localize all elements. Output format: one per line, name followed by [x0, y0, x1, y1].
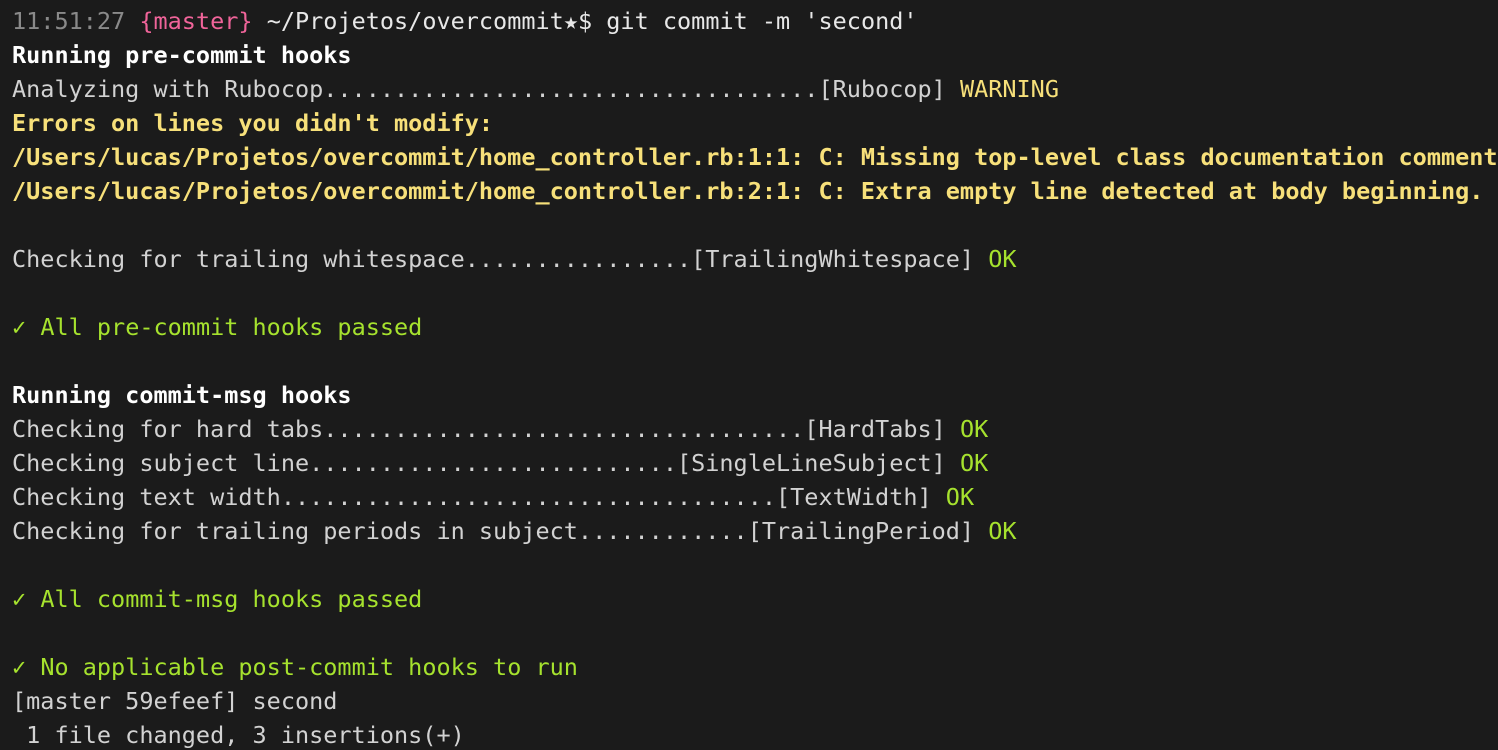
textwidth-check-line: Checking text width.....................… [12, 480, 1498, 514]
errors-heading: Errors on lines you didn't modify: [12, 109, 494, 137]
commit-stats-line: 1 file changed, 3 insertions(+) [12, 721, 465, 749]
hardtabs-check-line: Checking for hard tabs..................… [12, 412, 1498, 446]
commit-result-line: [master 59efeef] second [12, 687, 338, 715]
postcommit-text: No applicable post-commit hooks to run [40, 653, 578, 681]
rubocop-check-line: Analyzing with Rubocop..................… [12, 72, 1498, 106]
star-icon: ★ [563, 7, 578, 35]
commitmsg-heading: Running commit-msg hooks [12, 381, 352, 409]
terminal-window[interactable]: 11:51:27 {master} ~/Projetos/overcommit★… [0, 0, 1498, 750]
rubocop-status: WARNING [959, 75, 1059, 103]
check-status: OK [945, 483, 975, 511]
check-label: Checking text width.....................… [12, 483, 932, 511]
commitmsg-passed-line: ✓ All commit-msg hooks passed [12, 582, 1498, 616]
precommit-passed-line: ✓ All pre-commit hooks passed [12, 310, 1498, 344]
checkmark-icon: ✓ [12, 653, 27, 681]
check-label: Checking for hard tabs..................… [12, 415, 946, 443]
prompt-path: ~/Projetos/overcommit [266, 7, 564, 35]
trailing-whitespace-line: Checking for trailing whitespace........… [12, 242, 1498, 276]
checkmark-icon: ✓ [12, 313, 27, 341]
check-status: OK [988, 517, 1017, 545]
trailing-whitespace-label: Checking for trailing whitespace........… [12, 245, 975, 273]
prompt-line: 11:51:27 {master} ~/Projetos/overcommit★… [12, 4, 1498, 38]
postcommit-line: ✓ No applicable post-commit hooks to run [12, 650, 1498, 684]
trailing-whitespace-status: OK [988, 245, 1017, 273]
prompt-command: git commit -m 'second' [606, 7, 918, 35]
precommit-heading: Running pre-commit hooks [12, 41, 352, 69]
subject-check-line: Checking subject line...................… [12, 446, 1498, 480]
trailingperiod-check-line: Checking for trailing periods in subject… [12, 514, 1498, 548]
prompt-branch: {master} [139, 7, 253, 35]
precommit-passed-text: All pre-commit hooks passed [40, 313, 423, 341]
rubocop-check-label: Analyzing with Rubocop..................… [12, 75, 946, 103]
terminal-output: 11:51:27 {master} ~/Projetos/overcommit★… [12, 4, 1498, 750]
check-status: OK [959, 449, 989, 477]
check-label: Checking for trailing periods in subject… [12, 517, 975, 545]
check-status: OK [959, 415, 989, 443]
commitmsg-passed-text: All commit-msg hooks passed [40, 585, 423, 613]
error-line-1: /Users/lucas/Projetos/overcommit/home_co… [12, 143, 1498, 171]
prompt-symbol: $ [577, 7, 593, 35]
error-line-2: /Users/lucas/Projetos/overcommit/home_co… [12, 177, 1484, 205]
checkmark-icon: ✓ [12, 585, 27, 613]
check-label: Checking subject line...................… [12, 449, 946, 477]
prompt-time: 11:51:27 [12, 7, 126, 35]
